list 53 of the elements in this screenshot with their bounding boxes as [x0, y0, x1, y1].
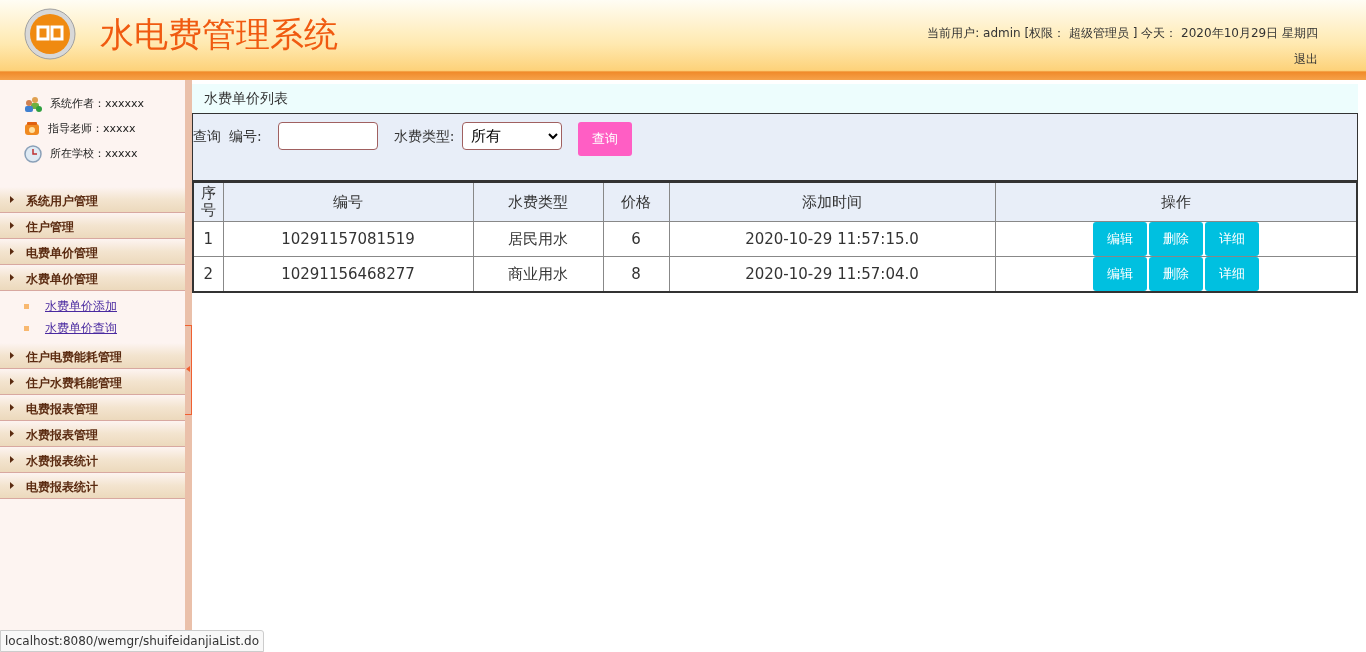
- menu-item[interactable]: 电费报表管理: [0, 395, 185, 421]
- type-dropdown[interactable]: 所有: [462, 122, 563, 150]
- users-icon: [24, 96, 42, 113]
- logout-link[interactable]: 退出: [1294, 50, 1318, 68]
- column-header: 操作: [995, 182, 1357, 222]
- page-title: 水费单价列表: [192, 84, 1358, 113]
- menu-item[interactable]: 电费单价管理: [0, 239, 185, 265]
- column-header: 添加时间: [669, 182, 995, 222]
- caret-icon: [10, 274, 14, 281]
- menu-item[interactable]: 住户电费能耗管理: [0, 343, 185, 369]
- caret-icon: [10, 378, 14, 385]
- caret-icon: [10, 196, 14, 203]
- submenu-link[interactable]: 水费单价查询: [45, 319, 117, 337]
- table-cell: 居民用水: [473, 221, 603, 257]
- caret-icon: [10, 482, 14, 489]
- info-text: 所在学校：xxxxx: [50, 145, 138, 162]
- link-preview-tooltip: localhost:8080/wemgr/shuifeidanjiaList.do: [0, 630, 265, 652]
- caret-icon: [10, 430, 14, 437]
- column-header: 序号: [193, 182, 223, 222]
- clock-icon: [24, 145, 42, 163]
- table-cell: 1: [193, 221, 223, 257]
- collapse-handle[interactable]: [185, 325, 192, 415]
- caret-icon: [10, 222, 14, 229]
- app-title: 水电费管理系统: [100, 12, 338, 56]
- column-header: 编号: [223, 182, 473, 222]
- table-cell: 10291157081519: [223, 221, 473, 257]
- id-input-field[interactable]: [277, 122, 378, 150]
- caret-icon: [10, 404, 14, 411]
- phone-icon: [24, 121, 40, 136]
- caret-icon: [10, 248, 14, 255]
- info-text: 指导老师：xxxxx: [48, 120, 136, 137]
- menu-item[interactable]: 水费报表统计: [0, 447, 185, 473]
- column-header: 价格: [603, 182, 669, 222]
- menu-item[interactable]: 住户水费耗能管理: [0, 369, 185, 395]
- caret-icon: [10, 352, 14, 359]
- menu-item[interactable]: 水费报表管理: [0, 421, 185, 447]
- user-info: 当前用户: admin [权限： 超级管理员 ] 今天： 2020年10月29日 星期四: [927, 25, 1318, 42]
- type-label: 水费类型:: [393, 127, 455, 146]
- bullet-icon: [24, 325, 29, 331]
- menu-item[interactable]: 系统用户管理: [0, 187, 185, 213]
- bullet-icon: [24, 303, 29, 309]
- caret-icon: [10, 456, 14, 463]
- table-cell: 2020-10-29 11:57:15.0: [669, 221, 995, 257]
- logo-icon: [24, 8, 76, 60]
- search-label: 查询: [193, 127, 221, 146]
- menu-item[interactable]: 水费单价管理: [0, 265, 185, 291]
- menu-item[interactable]: 电费报表统计: [0, 473, 185, 499]
- table-cell: 6: [603, 221, 669, 257]
- info-text: 系统作者：xxxxxx: [50, 96, 145, 112]
- column-header: 水费类型: [473, 182, 603, 222]
- id-label: 编号:: [229, 127, 262, 146]
- submenu-link[interactable]: 水费单价添加: [45, 297, 117, 315]
- menu-item[interactable]: 住户管理: [0, 213, 185, 239]
